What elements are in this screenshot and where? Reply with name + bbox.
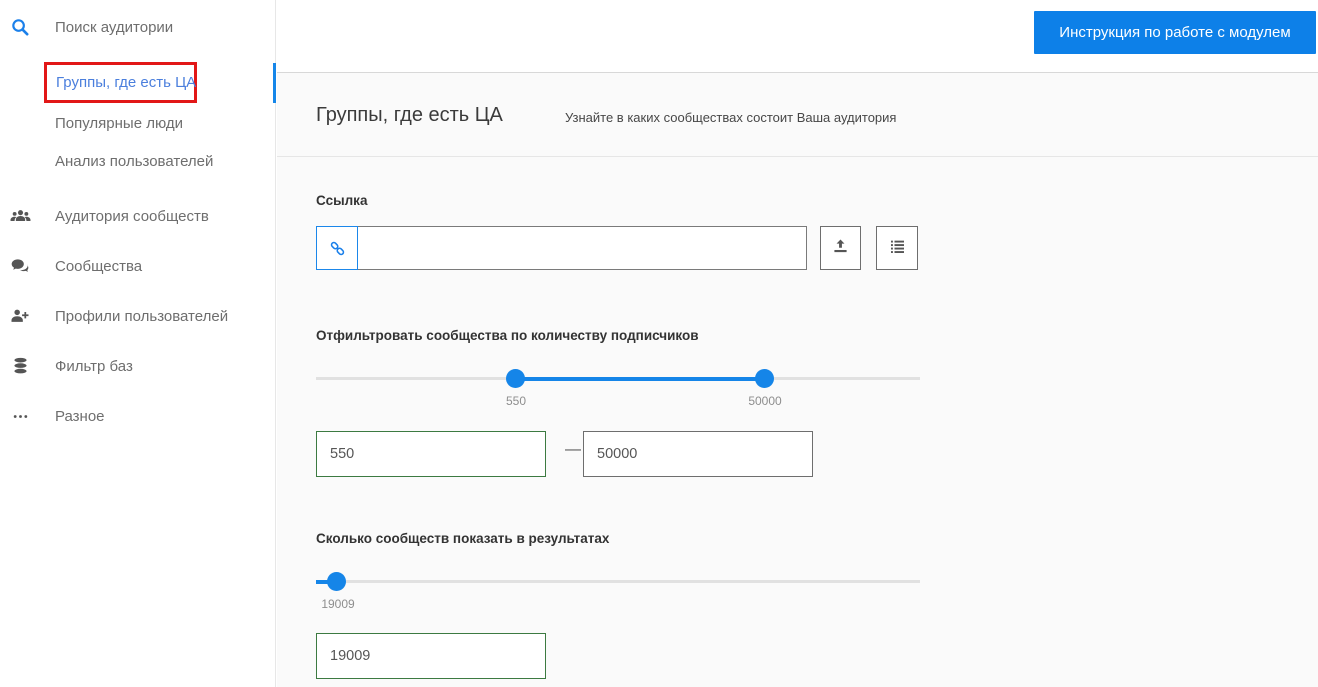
active-item-indicator <box>273 63 276 103</box>
sidebar-item-label: Сообщества <box>55 257 143 275</box>
page-subtitle: Узнайте в каких сообществах состоит Ваша… <box>565 110 897 125</box>
page-header: Группы, где есть ЦА Узнайте в каких сооб… <box>277 73 1318 157</box>
sidebar-item-user-analysis[interactable]: Анализ пользователей <box>0 146 276 176</box>
slider-fill <box>516 376 765 381</box>
sidebar: Поиск аудитории Группы, где есть ЦА Попу… <box>0 0 276 687</box>
database-icon <box>8 355 32 377</box>
module-instruction-button[interactable]: Инструкция по работе с модулем <box>1034 11 1316 54</box>
list-select-button[interactable] <box>876 226 918 270</box>
sidebar-item-community-audience[interactable]: Аудитория сообществ <box>0 201 276 231</box>
slider-value-label: 19009 <box>321 597 355 611</box>
results-limit-slider[interactable]: 19009 <box>316 571 920 617</box>
sidebar-item-label: Профили пользователей <box>55 307 229 325</box>
subscribers-max-input[interactable] <box>583 431 813 477</box>
subscribers-min-input[interactable] <box>316 431 546 477</box>
sidebar-item-popular-people[interactable]: Популярные люди <box>0 108 276 138</box>
slider-handle[interactable] <box>327 572 346 591</box>
slider-max-handle[interactable] <box>755 369 774 388</box>
sidebar-item-base-filter[interactable]: Фильтр баз <box>0 351 276 381</box>
slider-min-handle[interactable] <box>506 369 525 388</box>
app-window: Поиск аудитории Группы, где есть ЦА Попу… <box>0 0 1318 687</box>
page-title: Группы, где есть ЦА <box>316 104 503 126</box>
subscribers-filter-label: Отфильтровать сообщества по количеству п… <box>316 328 699 343</box>
sidebar-item-label: Поиск аудитории <box>55 18 174 36</box>
users-icon <box>8 205 32 227</box>
sidebar-item-audience-search[interactable]: Поиск аудитории <box>0 12 276 42</box>
link-field-label: Ссылка <box>316 193 368 208</box>
sidebar-item-user-profiles[interactable]: Профили пользователей <box>0 301 276 331</box>
sidebar-item-communities[interactable]: Сообщества <box>0 251 276 281</box>
link-input-group <box>316 226 807 270</box>
subscribers-range-slider[interactable]: 550 50000 <box>316 368 920 414</box>
results-limit-input[interactable] <box>316 633 546 679</box>
ellipsis-icon <box>8 405 32 427</box>
link-icon[interactable] <box>316 226 358 270</box>
link-input[interactable] <box>358 226 807 270</box>
annotation-highlight-box: Группы, где есть ЦА <box>44 62 197 103</box>
slider-max-value-label: 50000 <box>748 394 782 408</box>
sidebar-item-label: Анализ пользователей <box>55 152 214 170</box>
sidebar-item-label: Разное <box>55 407 105 425</box>
comments-icon <box>8 255 32 277</box>
upload-file-button[interactable] <box>820 226 861 270</box>
sidebar-item-groups-with-ta[interactable]: Группы, где есть ЦА <box>56 74 196 91</box>
sidebar-item-misc[interactable]: Разное <box>0 401 276 431</box>
search-icon <box>8 16 32 38</box>
list-icon <box>888 237 907 259</box>
slider-track[interactable] <box>316 580 920 583</box>
user-plus-icon <box>8 305 32 327</box>
results-limit-label: Сколько сообществ показать в результатах <box>316 531 610 546</box>
sidebar-item-label: Аудитория сообществ <box>55 207 209 225</box>
sidebar-item-label: Популярные люди <box>55 114 184 132</box>
main-content: Группы, где есть ЦА Узнайте в каких сооб… <box>277 73 1318 687</box>
slider-min-value-label: 550 <box>505 394 527 408</box>
upload-icon <box>831 237 850 259</box>
sidebar-item-label: Фильтр баз <box>55 357 133 375</box>
